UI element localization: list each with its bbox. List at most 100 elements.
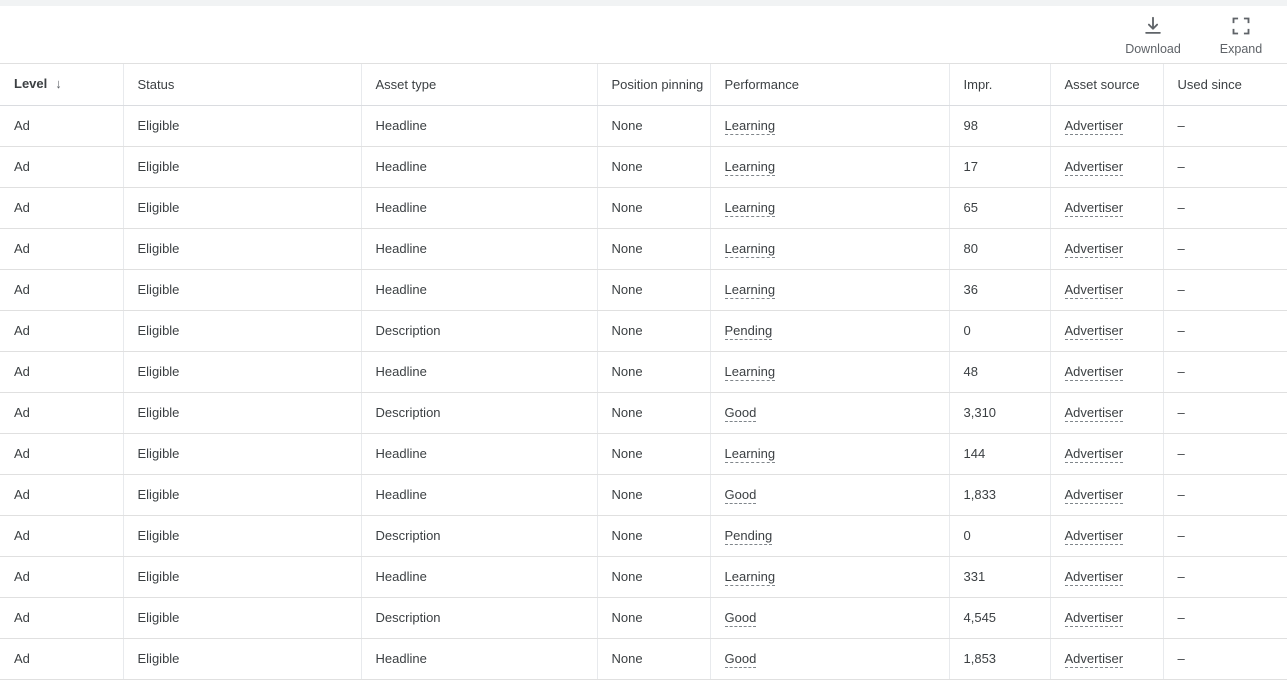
source-tooltip-text[interactable]: Advertiser bbox=[1064, 528, 1124, 545]
cell-level: Ad bbox=[0, 228, 124, 270]
used_since-text: – bbox=[1177, 364, 1185, 379]
download-button[interactable]: Download bbox=[1121, 14, 1185, 57]
table-row[interactable]: Ad Eligible Headline None Good 1,833 Advertise… bbox=[0, 474, 1287, 516]
cell-impr: 1,833 bbox=[949, 474, 1051, 516]
column-header-used-since[interactable]: Used since bbox=[1163, 64, 1287, 106]
performance-tooltip-text[interactable]: Learning bbox=[724, 282, 776, 299]
table-row[interactable]: Ad Eligible Headline None Learning 17 Advertis… bbox=[0, 146, 1287, 188]
impr-text: 144 bbox=[963, 446, 986, 461]
cell-performance: Learning bbox=[710, 146, 950, 188]
column-header-level[interactable]: Level ↓ bbox=[0, 64, 124, 106]
impr-text: 80 bbox=[963, 241, 978, 256]
cell-source: Advertiser bbox=[1050, 433, 1164, 475]
performance-tooltip-text[interactable]: Pending bbox=[724, 323, 773, 340]
used_since-text: – bbox=[1177, 569, 1185, 584]
source-tooltip-text[interactable]: Advertiser bbox=[1064, 405, 1124, 422]
table-row[interactable]: Ad Eligible Description None Good 4,545 Advert… bbox=[0, 597, 1287, 639]
cell-source: Advertiser bbox=[1050, 515, 1164, 557]
table-row[interactable]: Ad Eligible Headline None Learning 65 Advertis… bbox=[0, 187, 1287, 229]
source-tooltip-text[interactable]: Advertiser bbox=[1064, 159, 1124, 176]
asset_type-text: Headline bbox=[375, 118, 427, 133]
table-row[interactable]: Ad Eligible Headline None Good 1,853 Advertise… bbox=[0, 638, 1287, 680]
cell-source: Advertiser bbox=[1050, 228, 1164, 270]
source-tooltip-text[interactable]: Advertiser bbox=[1064, 610, 1124, 627]
impr-text: 17 bbox=[963, 159, 978, 174]
table-row[interactable]: Ad Eligible Description None Pending 0 Adverti… bbox=[0, 310, 1287, 352]
cell-asset_type: Description bbox=[361, 392, 598, 434]
performance-tooltip-text[interactable]: Pending bbox=[724, 528, 773, 545]
asset_type-text: Headline bbox=[375, 200, 427, 215]
asset_type-text: Headline bbox=[375, 651, 427, 666]
cell-status: Eligible bbox=[123, 515, 362, 557]
column-header-position-pinning[interactable]: Position pinning bbox=[597, 64, 711, 106]
column-header-status[interactable]: Status bbox=[123, 64, 362, 106]
source-tooltip-text[interactable]: Advertiser bbox=[1064, 323, 1124, 340]
cell-level: Ad bbox=[0, 515, 124, 557]
table-row[interactable]: Ad Eligible Headline None Learning 80 Advertis… bbox=[0, 228, 1287, 270]
table-header-row: Level ↓ Status Asset type Position pinnin… bbox=[0, 64, 1287, 106]
source-tooltip-text[interactable]: Advertiser bbox=[1064, 241, 1124, 258]
status-text: Eligible bbox=[137, 159, 180, 174]
impr-text: 36 bbox=[963, 282, 978, 297]
used_since-text: – bbox=[1177, 610, 1185, 625]
level-text: Ad bbox=[14, 241, 30, 256]
source-tooltip-text[interactable]: Advertiser bbox=[1064, 200, 1124, 217]
asset_type-text: Headline bbox=[375, 159, 427, 174]
cell-status: Eligible bbox=[123, 474, 362, 516]
table-row[interactable]: Ad Eligible Headline None Learning 48 Advertis… bbox=[0, 351, 1287, 393]
source-tooltip-text[interactable]: Advertiser bbox=[1064, 446, 1124, 463]
performance-tooltip-text[interactable]: Learning bbox=[724, 569, 776, 586]
performance-tooltip-text[interactable]: Learning bbox=[724, 200, 776, 217]
column-header-impr[interactable]: Impr. bbox=[949, 64, 1051, 106]
expand-button[interactable]: Expand bbox=[1209, 14, 1273, 57]
table-row[interactable]: Ad Eligible Headline None Learning 98 Advertis… bbox=[0, 105, 1287, 147]
source-tooltip-text[interactable]: Advertiser bbox=[1064, 487, 1124, 504]
cell-asset_type: Headline bbox=[361, 433, 598, 475]
cell-pinning: None bbox=[597, 351, 711, 393]
source-tooltip-text[interactable]: Advertiser bbox=[1064, 282, 1124, 299]
cell-pinning: None bbox=[597, 105, 711, 147]
column-header-asset-source[interactable]: Asset source bbox=[1050, 64, 1164, 106]
impr-text: 98 bbox=[963, 118, 978, 133]
column-header-performance[interactable]: Performance bbox=[710, 64, 950, 106]
pinning-text: None bbox=[611, 405, 643, 420]
performance-tooltip-text[interactable]: Learning bbox=[724, 159, 776, 176]
cell-asset_type: Description bbox=[361, 310, 598, 352]
source-tooltip-text[interactable]: Advertiser bbox=[1064, 118, 1124, 135]
cell-level: Ad bbox=[0, 433, 124, 475]
source-tooltip-text[interactable]: Advertiser bbox=[1064, 651, 1124, 668]
asset_type-text: Headline bbox=[375, 569, 427, 584]
performance-tooltip-text[interactable]: Learning bbox=[724, 364, 776, 381]
pinning-text: None bbox=[611, 487, 643, 502]
performance-tooltip-text[interactable]: Learning bbox=[724, 118, 776, 135]
table-row[interactable]: Ad Eligible Headline None Learning 144 Adverti… bbox=[0, 433, 1287, 475]
table-row[interactable]: Ad Eligible Description None Pending 0 Adverti… bbox=[0, 515, 1287, 557]
used_since-text: – bbox=[1177, 651, 1185, 666]
performance-tooltip-text[interactable]: Good bbox=[724, 487, 757, 504]
table-row[interactable]: Ad Eligible Description None Good 3,310 Advert… bbox=[0, 392, 1287, 434]
column-header-asset-type[interactable]: Asset type bbox=[361, 64, 598, 106]
asset-table: Level ↓ Status Asset type Position pinnin… bbox=[0, 64, 1287, 680]
cell-asset_type: Description bbox=[361, 515, 598, 557]
cell-source: Advertiser bbox=[1050, 351, 1164, 393]
sort-descending-arrow-icon[interactable]: ↓ bbox=[55, 76, 62, 91]
performance-tooltip-text[interactable]: Good bbox=[724, 405, 757, 422]
asset_type-text: Headline bbox=[375, 364, 427, 379]
performance-tooltip-text[interactable]: Good bbox=[724, 610, 757, 627]
performance-tooltip-text[interactable]: Learning bbox=[724, 241, 776, 258]
cell-source: Advertiser bbox=[1050, 638, 1164, 680]
status-text: Eligible bbox=[137, 610, 180, 625]
source-tooltip-text[interactable]: Advertiser bbox=[1064, 569, 1124, 586]
source-tooltip-text[interactable]: Advertiser bbox=[1064, 364, 1124, 381]
cell-level: Ad bbox=[0, 351, 124, 393]
cell-performance: Good bbox=[710, 392, 950, 434]
performance-tooltip-text[interactable]: Learning bbox=[724, 446, 776, 463]
cell-asset_type: Headline bbox=[361, 187, 598, 229]
table-row[interactable]: Ad Eligible Headline None Learning 36 Advertis… bbox=[0, 269, 1287, 311]
table-row[interactable]: Ad Eligible Headline None Learning 331 Adverti… bbox=[0, 556, 1287, 598]
cell-status: Eligible bbox=[123, 146, 362, 188]
performance-tooltip-text[interactable]: Good bbox=[724, 651, 757, 668]
cell-used_since: – bbox=[1163, 556, 1287, 598]
cell-used_since: – bbox=[1163, 310, 1287, 352]
cell-impr: 3,310 bbox=[949, 392, 1051, 434]
